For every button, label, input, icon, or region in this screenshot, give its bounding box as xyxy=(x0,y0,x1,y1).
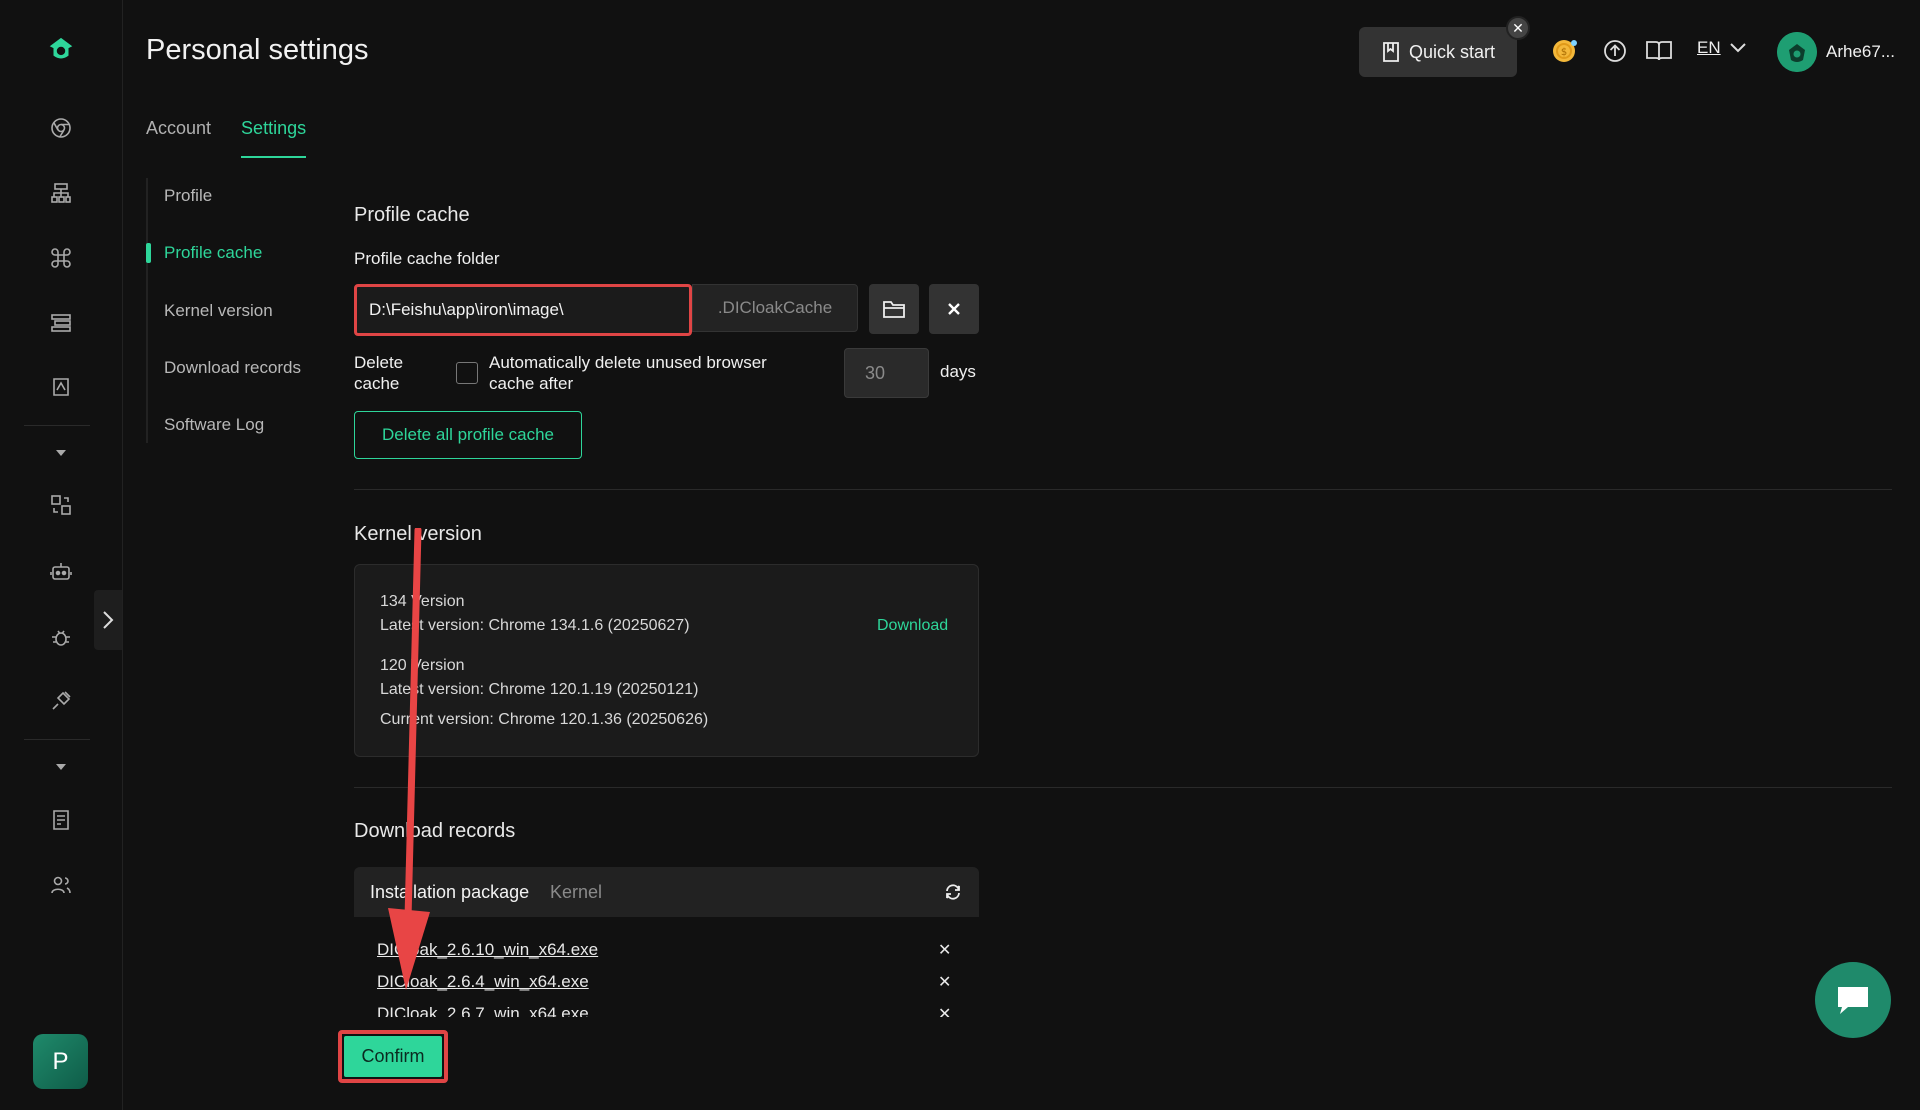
auto-delete-checkbox[interactable] xyxy=(456,362,478,384)
download-file-link[interactable]: DICloak_2.6.7_win_x64.exe xyxy=(377,1004,589,1017)
confirm-button[interactable]: Confirm xyxy=(344,1036,442,1077)
settings-nav-kernel-version[interactable]: Kernel version xyxy=(164,301,273,321)
quick-start-label: Quick start xyxy=(1409,41,1496,62)
profile-cache-folder-label: Profile cache folder xyxy=(354,249,500,268)
command-icon[interactable] xyxy=(46,243,76,273)
guide-book-icon xyxy=(1383,42,1399,62)
rail-divider xyxy=(24,425,90,426)
kernel-134-name: 134 Version xyxy=(380,593,465,610)
cache-folder-suffix: .DICloakCache xyxy=(692,284,858,332)
kernel-134-latest: Latest version: Chrome 134.1.6 (20250627… xyxy=(380,617,690,634)
expand-sidebar-button[interactable] xyxy=(94,590,122,650)
left-rail: P xyxy=(0,0,123,1110)
settings-nav-profile-cache[interactable]: Profile cache xyxy=(145,243,262,263)
settings-sidebar: Profile Profile cache Kernel version Dow… xyxy=(145,178,326,443)
document-icon[interactable] xyxy=(46,805,76,835)
plug-icon[interactable] xyxy=(46,686,76,716)
download-records-header: Installation package Kernel xyxy=(354,867,979,917)
book-icon[interactable] xyxy=(1644,36,1674,66)
cache-folder-input[interactable] xyxy=(354,284,692,336)
kernel-version-card: 134 Version Latest version: Chrome 134.1… xyxy=(354,564,979,757)
chat-support-button[interactable] xyxy=(1815,962,1891,1038)
days-input[interactable] xyxy=(844,348,929,398)
settings-nav-download-records[interactable]: Download records xyxy=(164,358,301,378)
quick-start-button[interactable]: Quick start xyxy=(1359,27,1517,77)
language-label: EN xyxy=(1697,38,1721,57)
tab-kernel[interactable]: Kernel xyxy=(550,882,602,903)
kernel-120-current: Current version: Chrome 120.1.36 (202506… xyxy=(380,711,709,728)
list-icon[interactable] xyxy=(46,308,76,338)
chevron-down-icon xyxy=(1729,43,1746,53)
chevron-down-icon[interactable] xyxy=(46,752,76,782)
workspace-avatar-letter: P xyxy=(52,1047,69,1075)
user-name[interactable]: Arhe67... xyxy=(1826,42,1895,62)
user-avatar[interactable] xyxy=(1777,32,1817,72)
kernel-134-download-link[interactable]: Download xyxy=(877,617,948,635)
section-divider xyxy=(354,489,1892,490)
auto-delete-label-line2: cache after xyxy=(489,374,574,393)
chat-bubble-icon xyxy=(1838,987,1868,1014)
kernel-version-title: Kernel version xyxy=(354,523,482,545)
section-divider xyxy=(354,787,1892,788)
rail-divider xyxy=(24,739,90,740)
svg-text:$: $ xyxy=(1561,47,1567,58)
delete-cache-label-line1: Delete xyxy=(354,353,404,372)
language-selector[interactable]: EN xyxy=(1697,38,1747,58)
settings-nav-software-log[interactable]: Software Log xyxy=(164,415,264,435)
tab-settings[interactable]: Settings xyxy=(241,118,307,158)
auto-delete-label: Automatically delete unused browser cach… xyxy=(489,352,767,394)
days-unit-label: days xyxy=(940,362,976,381)
profile-cache-title: Profile cache xyxy=(354,204,470,226)
delete-cache-label: Delete cache xyxy=(354,352,403,394)
download-file-link[interactable]: DICloak_2.6.10_win_x64.exe xyxy=(377,940,598,960)
org-chart-icon[interactable] xyxy=(46,178,76,208)
download-records-title: Download records xyxy=(354,820,516,842)
browser-icon[interactable] xyxy=(46,113,76,143)
sync-icon[interactable] xyxy=(46,490,76,520)
delete-cache-label-line2: cache xyxy=(354,374,400,393)
extension-icon[interactable] xyxy=(46,372,76,402)
tab-installation-package[interactable]: Installation package xyxy=(370,882,529,903)
page-title: Personal settings xyxy=(146,34,369,66)
browse-folder-button[interactable] xyxy=(869,284,919,334)
download-file-link[interactable]: DICloak_2.6.4_win_x64.exe xyxy=(377,972,589,992)
close-icon[interactable]: ✕ xyxy=(1506,16,1530,40)
logo-icon[interactable] xyxy=(46,35,76,65)
settings-nav-profile[interactable]: Profile xyxy=(164,186,212,206)
auto-delete-label-line1: Automatically delete unused browser xyxy=(489,353,767,372)
settings-tabs: Account Settings xyxy=(146,118,307,158)
chevron-right-icon xyxy=(103,611,114,629)
chevron-down-icon[interactable] xyxy=(46,438,76,468)
workspace-avatar[interactable]: P xyxy=(33,1034,88,1089)
coin-icon[interactable]: $ xyxy=(1549,36,1579,66)
close-icon[interactable]: ✕ xyxy=(938,972,951,992)
refresh-icon[interactable] xyxy=(944,883,962,901)
kernel-120-latest: Latest version: Chrome 120.1.19 (2025012… xyxy=(380,681,699,698)
close-icon[interactable]: ✕ xyxy=(938,940,951,960)
bug-icon[interactable] xyxy=(46,622,76,652)
download-records-panel: Installation package Kernel DICloak_2.6.… xyxy=(354,867,979,1017)
upload-icon[interactable] xyxy=(1600,36,1630,66)
close-icon[interactable]: ✕ xyxy=(938,1004,951,1017)
folder-icon xyxy=(883,301,905,318)
team-icon[interactable] xyxy=(46,870,76,900)
tab-account[interactable]: Account xyxy=(146,118,211,158)
clear-folder-button[interactable] xyxy=(929,284,979,334)
robot-icon[interactable] xyxy=(46,557,76,587)
kernel-120-name: 120 Version xyxy=(380,657,465,674)
close-icon xyxy=(948,303,960,315)
delete-all-cache-button[interactable]: Delete all profile cache xyxy=(354,411,582,459)
